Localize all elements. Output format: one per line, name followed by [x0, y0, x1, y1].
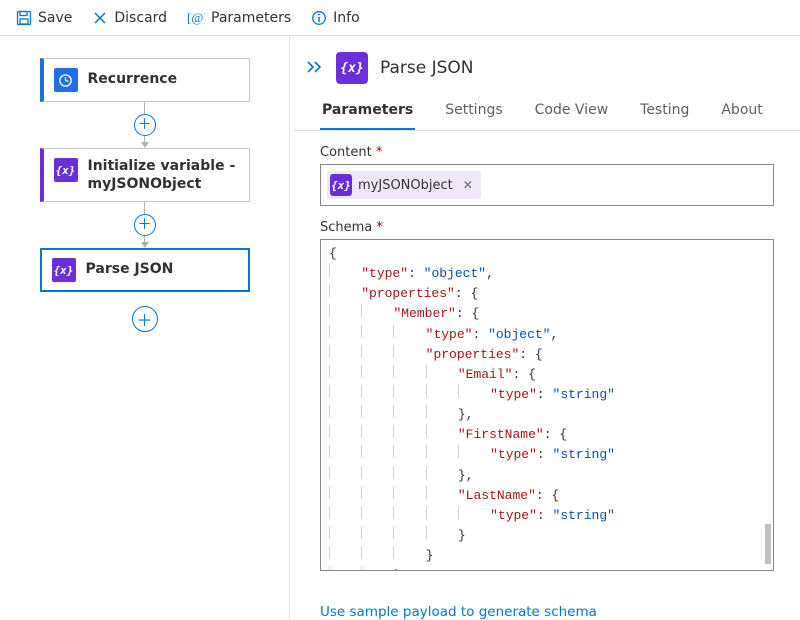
panel-tabs: Parameters Settings Code View Testing Ab…	[294, 94, 800, 131]
save-label: Save	[38, 10, 72, 26]
add-step-button[interactable]: ＋	[134, 214, 156, 236]
panel-title: Parse JSON	[380, 58, 474, 78]
chevron-right-double-icon	[306, 60, 324, 74]
svg-text:[@]: [@]	[187, 10, 205, 25]
discard-label: Discard	[114, 10, 167, 26]
add-step-button[interactable]: ＋	[134, 114, 156, 136]
remove-token-button[interactable]: ✕	[463, 178, 473, 192]
token-label: myJSONObject	[358, 178, 453, 193]
node-label: Initialize variable - myJSONObject	[88, 158, 239, 193]
node-initialize-variable[interactable]: {x} Initialize variable - myJSONObject	[40, 148, 250, 202]
connector: ＋	[14, 102, 275, 148]
command-bar: Save Discard [@] Parameters Info	[0, 0, 800, 36]
node-label: Parse JSON	[86, 261, 174, 279]
collapse-panel-button[interactable]	[306, 59, 324, 78]
dynamic-content-token[interactable]: {x} myJSONObject ✕	[327, 171, 481, 199]
parameters-button[interactable]: [@] Parameters	[179, 6, 299, 30]
parameters-icon: [@]	[187, 10, 205, 26]
save-button[interactable]: Save	[8, 6, 80, 30]
tab-code-view[interactable]: Code View	[533, 94, 611, 130]
scrollbar[interactable]	[765, 524, 771, 564]
schema-editor[interactable]: { "type": "object", "properties": { "Mem…	[320, 239, 774, 571]
connector: ＋	[14, 202, 275, 248]
node-recurrence[interactable]: Recurrence	[40, 58, 250, 102]
tab-settings[interactable]: Settings	[443, 94, 504, 130]
designer-canvas: Recurrence ＋ {x} Initialize variable - m…	[0, 36, 290, 620]
action-panel: {x} Parse JSON Parameters Settings Code …	[290, 36, 800, 620]
discard-button[interactable]: Discard	[84, 6, 175, 30]
node-label: Recurrence	[88, 71, 178, 89]
info-icon	[311, 10, 327, 26]
close-icon	[92, 10, 108, 26]
content-label: Content *	[320, 145, 774, 160]
parse-json-icon: {x}	[52, 258, 76, 282]
info-label: Info	[333, 10, 360, 26]
info-button[interactable]: Info	[303, 6, 368, 30]
add-step-button[interactable]: ＋	[132, 306, 158, 332]
schema-label: Schema *	[320, 220, 774, 235]
save-icon	[16, 10, 32, 26]
tab-testing[interactable]: Testing	[638, 94, 691, 130]
tab-parameters[interactable]: Parameters	[320, 94, 415, 130]
variable-icon: {x}	[54, 158, 78, 182]
parameters-label: Parameters	[211, 10, 291, 26]
parse-json-icon: {x}	[336, 52, 368, 84]
use-sample-payload-link[interactable]: Use sample payload to generate schema	[320, 604, 597, 620]
variable-icon: {x}	[330, 174, 352, 196]
tab-about[interactable]: About	[719, 94, 764, 130]
content-input[interactable]: {x} myJSONObject ✕	[320, 164, 774, 206]
clock-icon	[54, 68, 78, 92]
node-parse-json[interactable]: {x} Parse JSON	[40, 248, 250, 292]
